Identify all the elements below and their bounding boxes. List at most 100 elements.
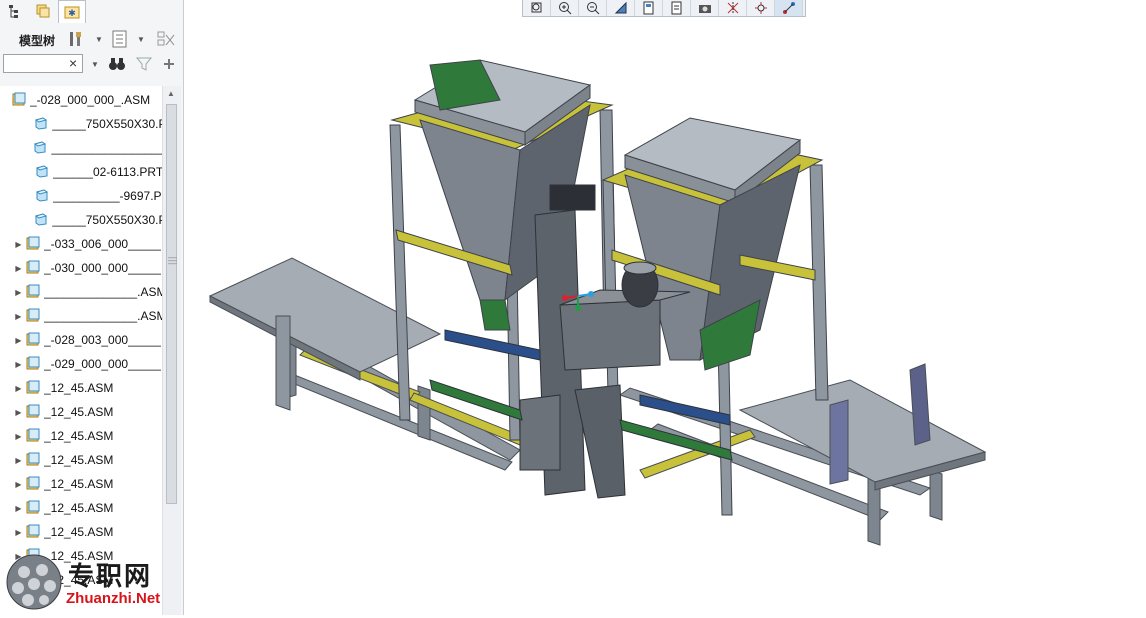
tree-row-label: _12_45.ASM [44, 477, 114, 491]
expand-arrow-icon[interactable]: ▶ [14, 408, 23, 417]
expand-arrow-icon[interactable]: ▶ [14, 480, 23, 489]
tree-settings-icon [112, 30, 127, 48]
expand-arrow-icon[interactable]: ▶ [14, 456, 23, 465]
tree-row-label: _-028_003_000_____ [44, 333, 162, 347]
saved-orientations-button[interactable] [635, 0, 663, 16]
assembly-icon [26, 524, 40, 541]
find-button[interactable] [107, 54, 127, 74]
navigator-panel: ✱ 模型树 ▼ ▼ × ▼ _-028_000_000_.ASM _____750… [0, 0, 184, 615]
tree-filter-button[interactable] [156, 29, 176, 49]
watermark-text: 专职网 [68, 562, 153, 592]
tree-row-label: ______02-6113.PRT [52, 165, 162, 179]
display-style-icon [698, 5, 711, 13]
tree-row[interactable]: ▶ _12_45.ASM [0, 376, 162, 400]
tree-row[interactable]: ▶ _12_45.ASM [0, 520, 162, 544]
tree-row[interactable]: ▶ _-029_000_000_____ [0, 352, 162, 376]
assembly-icon [12, 92, 26, 109]
tree-scrollbar[interactable]: ▲ — — — [162, 86, 181, 615]
tree-row[interactable]: ▶ _-033_006_000_____ [0, 232, 162, 256]
expand-arrow-icon[interactable]: ▶ [14, 240, 23, 249]
assembly-icon [26, 404, 40, 421]
named-views-button[interactable] [663, 0, 691, 16]
tree-row[interactable]: ▶ _-028_003_000_____ [0, 328, 162, 352]
graphics-window[interactable] [184, 0, 1146, 615]
filter-icon [136, 57, 152, 71]
show-button[interactable] [66, 29, 86, 49]
part-icon [33, 140, 47, 157]
watermark-url: Zhuanzhi.Net [66, 590, 161, 607]
chevron-down-icon[interactable]: ▼ [95, 35, 103, 44]
expand-arrow-icon[interactable]: ▶ [14, 360, 23, 369]
tree-row[interactable]: _____750X550X30.PI [0, 208, 162, 232]
assembly-icon [26, 380, 40, 397]
assembly-icon [26, 332, 40, 349]
zoom-out-icon [586, 2, 599, 15]
zoom-out-button[interactable] [579, 0, 607, 16]
assembly-model-view[interactable] [184, 0, 1146, 615]
tree-row-label: ____________________ [51, 141, 162, 155]
clear-search-icon[interactable]: × [69, 55, 77, 71]
watermark-logo-icon [6, 554, 62, 610]
tree-row[interactable]: _____750X550X30.PI [0, 112, 162, 136]
repaint-button[interactable] [607, 0, 635, 16]
tree-row-label: _12_45.ASM [44, 501, 114, 515]
scrollbar-grip-icon: — — — [168, 252, 177, 268]
tree-row[interactable]: ▶ _12_45.ASM [0, 496, 162, 520]
expand-arrow-icon[interactable]: ▶ [14, 264, 23, 273]
expand-arrow-icon[interactable]: ▶ [14, 528, 23, 537]
annotation-display-button[interactable] [775, 0, 803, 16]
assembly-icon [26, 500, 40, 517]
annotation-display-icon [782, 2, 795, 14]
tree-row-label: _-029_000_000_____ [44, 357, 162, 371]
tree-row[interactable]: ▶ _12_45.ASM [0, 400, 162, 424]
tree-row[interactable]: __________-9697.PI [0, 184, 162, 208]
tree-row[interactable]: ____________________ [0, 136, 162, 160]
refit-button[interactable] [523, 0, 551, 16]
search-row: × ▼ [0, 53, 183, 77]
add-button[interactable] [159, 54, 179, 74]
repaint-icon [614, 1, 626, 14]
tree-row[interactable]: ▶ _12_45.ASM [0, 424, 162, 448]
model-tree: _-028_000_000_.ASM _____750X550X30.PI ____… [0, 86, 162, 615]
expand-arrow-icon[interactable]: ▶ [14, 384, 23, 393]
part-icon [35, 188, 49, 205]
expand-arrow-icon[interactable]: ▶ [14, 288, 23, 297]
favorites-tab[interactable]: ✱ [58, 0, 86, 23]
expand-arrow-icon[interactable]: ▶ [14, 336, 23, 345]
datum-display-button[interactable] [719, 0, 747, 16]
expand-arrow-icon[interactable]: ▶ [14, 504, 23, 513]
tree-row-label: _12_45.ASM [44, 453, 114, 467]
display-style-button[interactable] [691, 0, 719, 16]
part-icon [34, 212, 48, 229]
saved-orientations-icon [643, 1, 653, 15]
filter-button[interactable] [134, 54, 154, 74]
scroll-up-icon[interactable]: ▲ [167, 89, 175, 98]
assembly-icon [26, 452, 40, 469]
tree-row[interactable]: ▶ ______________.ASM [0, 304, 162, 328]
folder-browser-tab[interactable] [30, 0, 56, 22]
tree-row[interactable]: ▶ _12_45.ASM [0, 472, 162, 496]
zoom-in-button[interactable] [551, 0, 579, 16]
scrollbar-thumb[interactable] [166, 104, 177, 504]
chevron-down-icon[interactable]: ▼ [91, 60, 99, 69]
favorites-tab-icon: ✱ [64, 6, 80, 19]
tools-icon [70, 32, 81, 46]
expand-arrow-icon[interactable]: ▶ [14, 312, 23, 321]
tree-row[interactable]: ▶ ______________.ASM [0, 280, 162, 304]
tree-row[interactable]: ▶ _-030_000_000_____ [0, 256, 162, 280]
model-tree-tab[interactable] [2, 0, 28, 22]
model-tree-label: 模型树 [19, 34, 56, 48]
tree-row[interactable]: ______02-6113.PRT [0, 160, 162, 184]
chevron-down-icon[interactable]: ▼ [137, 35, 145, 44]
assembly-icon [26, 284, 40, 301]
tree-row[interactable]: ▶ _12_45.ASM [0, 448, 162, 472]
named-views-icon [671, 1, 681, 15]
settings-button[interactable] [110, 29, 130, 49]
tree-columns-icon [157, 31, 175, 46]
spin-center-button[interactable] [747, 0, 775, 16]
tree-row[interactable]: _-028_000_000_.ASM [0, 88, 162, 112]
assembly-icon [26, 356, 40, 373]
part-icon [34, 116, 48, 133]
left-hopper [389, 59, 617, 441]
expand-arrow-icon[interactable]: ▶ [14, 432, 23, 441]
